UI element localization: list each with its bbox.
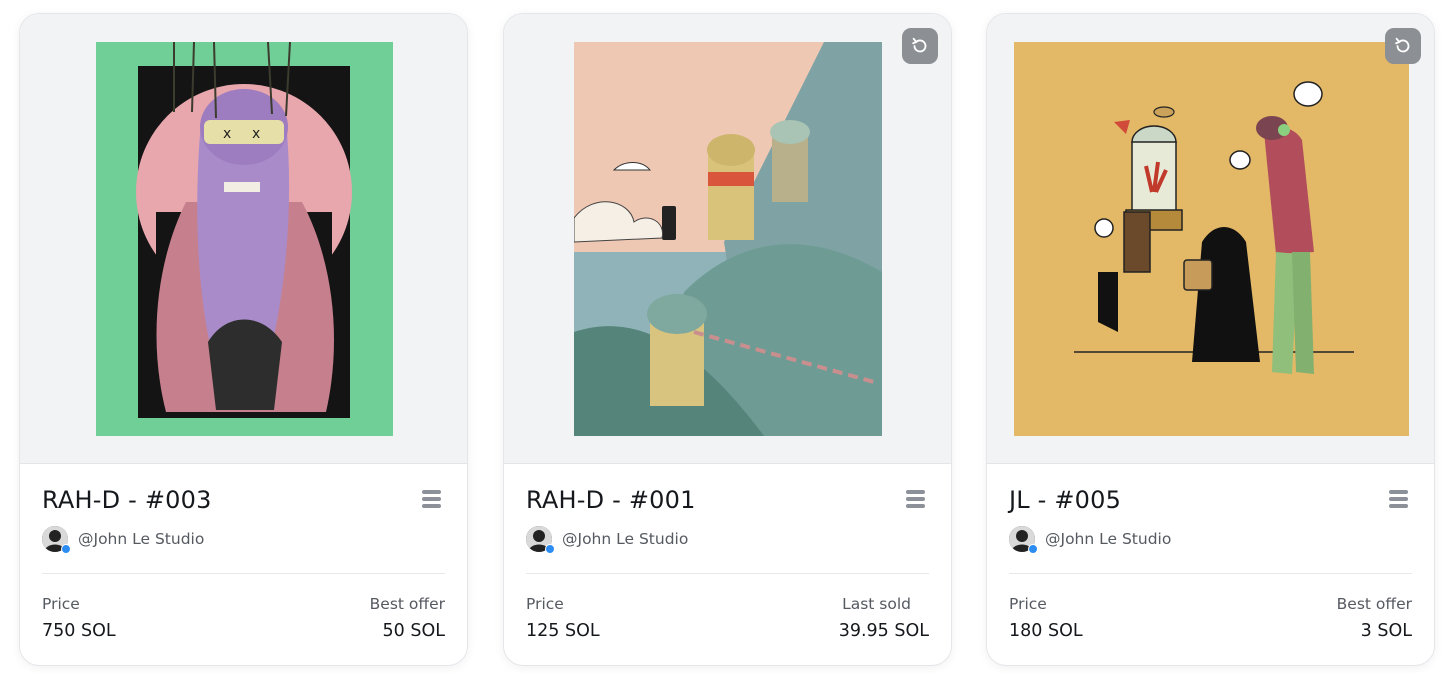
artwork-image[interactable] <box>1014 42 1409 436</box>
creator-link[interactable]: @John Le Studio <box>1009 526 1172 554</box>
price-value: 750 SOL <box>42 621 116 641</box>
nft-title[interactable]: JL - #005 <box>1009 486 1121 514</box>
price-label: Price <box>526 595 564 613</box>
best-offer-label: Best offer <box>369 595 445 613</box>
artwork-image[interactable]: x x <box>96 42 393 436</box>
refresh-icon <box>1395 37 1410 53</box>
best-offer-value: 50 SOL <box>382 621 445 641</box>
best-offer-label: Best offer <box>1336 595 1412 613</box>
menu-icon[interactable] <box>905 489 927 509</box>
divider <box>42 573 445 574</box>
price-value: 125 SOL <box>526 621 600 641</box>
nft-card[interactable]: x x RAH-D - #003 @John Le Studio Price 7… <box>19 13 468 666</box>
menu-icon[interactable] <box>421 489 443 509</box>
verified-badge-icon <box>61 544 71 554</box>
refresh-button[interactable] <box>902 28 938 64</box>
refresh-icon <box>912 37 927 53</box>
refresh-button[interactable] <box>1385 28 1421 64</box>
creator-link[interactable]: @John Le Studio <box>526 526 689 554</box>
artwork-image[interactable] <box>574 42 882 436</box>
verified-badge-icon <box>545 544 555 554</box>
card-info: RAH-D - #003 @John Le Studio Price 750 S… <box>42 464 445 665</box>
best-offer-value: 3 SOL <box>1360 621 1412 641</box>
svg-text:x: x <box>223 126 231 142</box>
creator-name: @John Le Studio <box>78 530 205 548</box>
avatar <box>526 526 555 554</box>
nft-card[interactable]: JL - #005 @John Le Studio Price 180 SOL … <box>986 13 1435 666</box>
menu-icon[interactable] <box>1388 489 1410 509</box>
divider <box>526 573 929 574</box>
verified-badge-icon <box>1028 544 1038 554</box>
avatar <box>42 526 71 554</box>
nft-title[interactable]: RAH-D - #003 <box>42 486 212 514</box>
last-sold-value: 39.95 SOL <box>838 621 929 641</box>
card-info: JL - #005 @John Le Studio Price 180 SOL … <box>1009 464 1412 665</box>
card-media[interactable]: x x <box>20 14 467 464</box>
creator-name: @John Le Studio <box>1045 530 1172 548</box>
nft-title[interactable]: RAH-D - #001 <box>526 486 696 514</box>
nft-card[interactable]: RAH-D - #001 @John Le Studio Price 125 S… <box>503 13 952 666</box>
avatar <box>1009 526 1038 554</box>
creator-link[interactable]: @John Le Studio <box>42 526 205 554</box>
card-media[interactable] <box>504 14 951 464</box>
price-value: 180 SOL <box>1009 621 1083 641</box>
last-sold-label: Last sold <box>842 595 911 613</box>
divider <box>1009 573 1412 574</box>
price-label: Price <box>42 595 80 613</box>
price-label: Price <box>1009 595 1047 613</box>
creator-name: @John Le Studio <box>562 530 689 548</box>
card-media[interactable] <box>987 14 1434 464</box>
card-info: RAH-D - #001 @John Le Studio Price 125 S… <box>526 464 929 665</box>
svg-text:x: x <box>252 126 260 142</box>
